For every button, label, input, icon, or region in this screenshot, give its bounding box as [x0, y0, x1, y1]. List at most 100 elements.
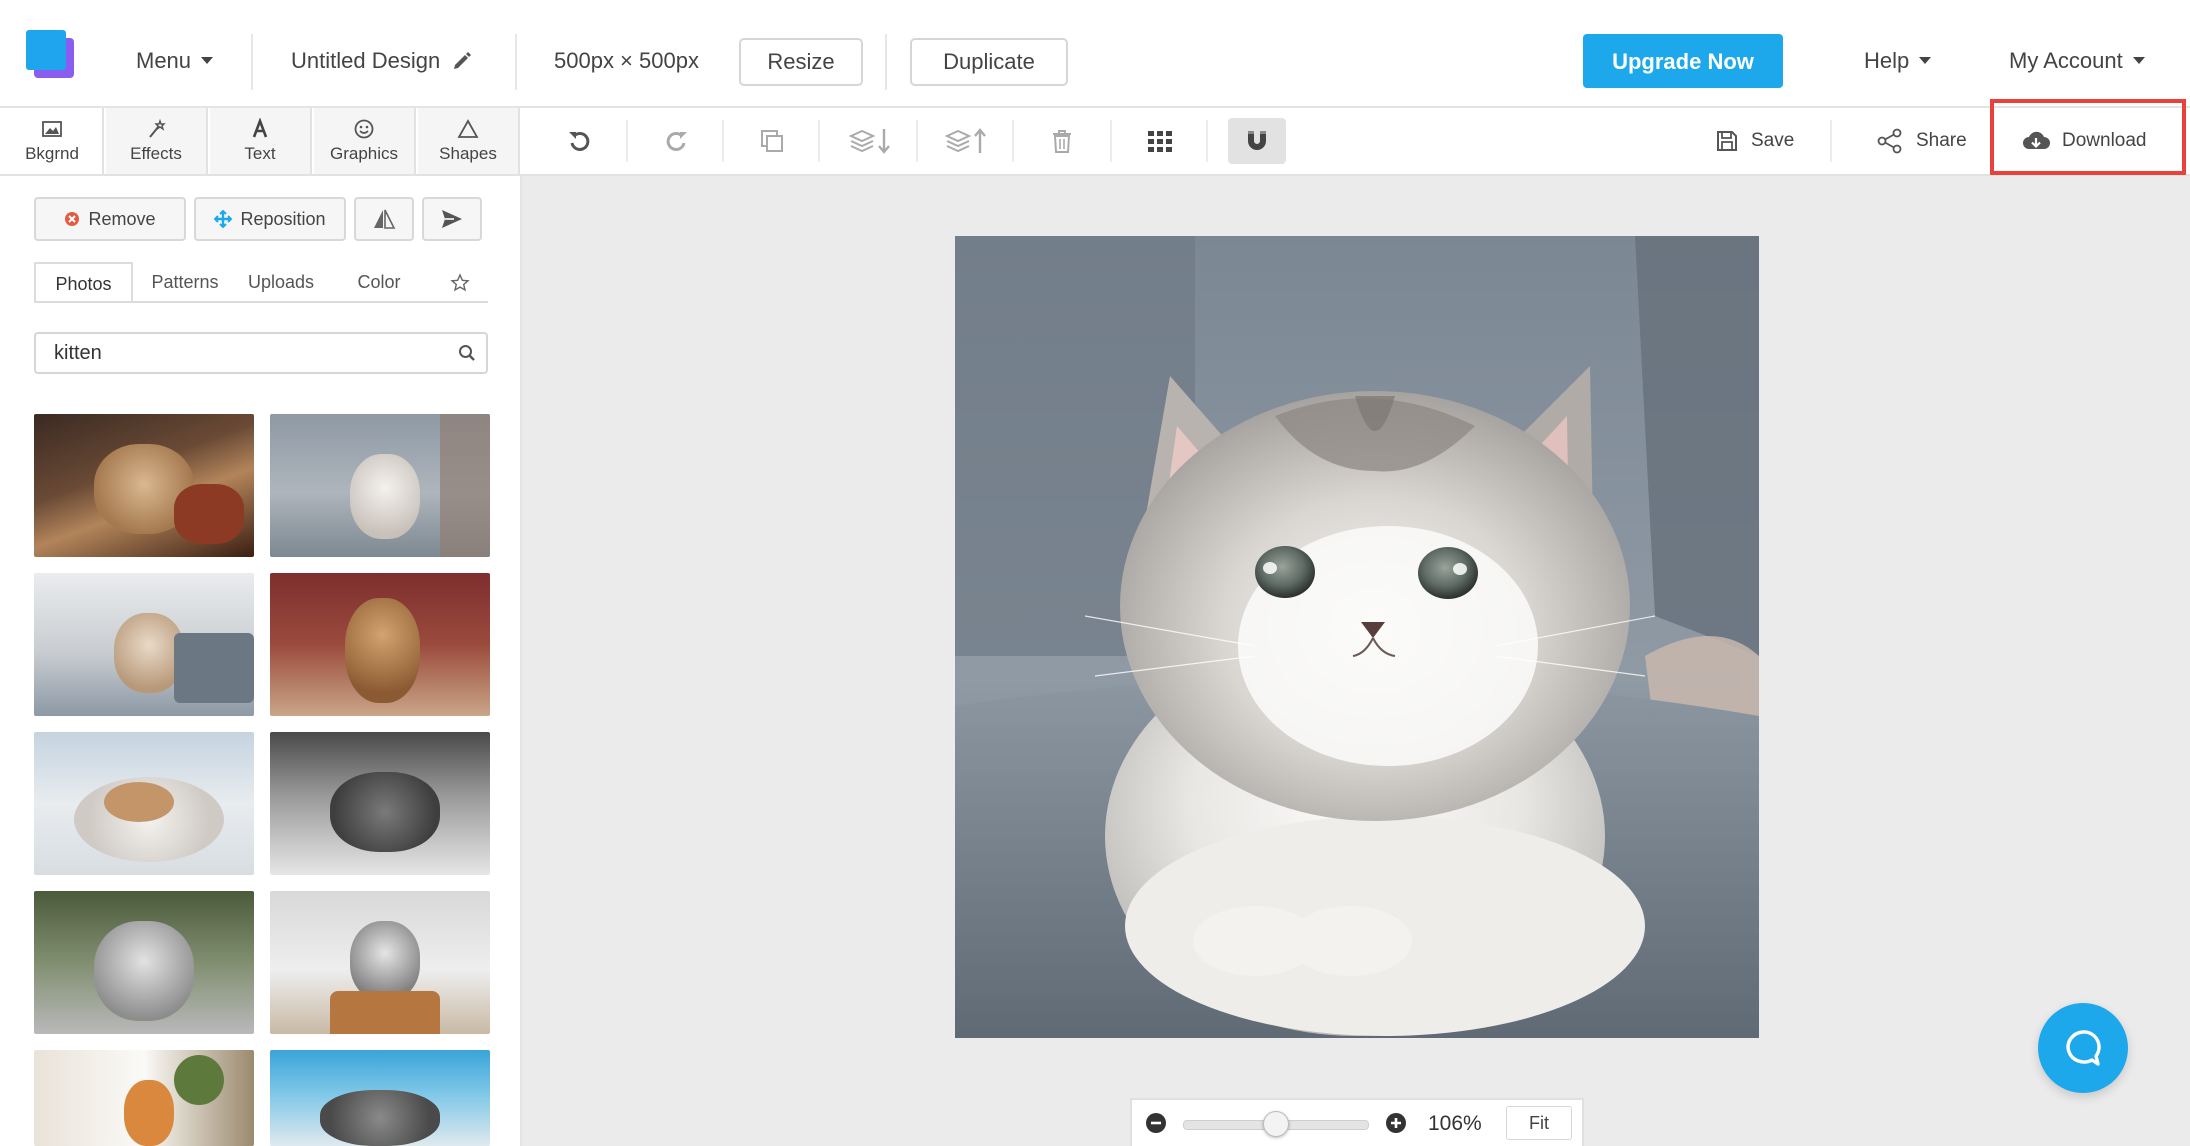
rotate-button[interactable] — [422, 197, 482, 241]
divider — [916, 120, 918, 162]
copy-button[interactable] — [752, 120, 792, 162]
divider — [885, 34, 887, 90]
search-icon[interactable] — [458, 344, 476, 362]
undo-button[interactable] — [560, 120, 600, 162]
copy-icon — [761, 130, 783, 152]
pencil-icon — [454, 52, 472, 70]
help-dropdown[interactable]: Help — [1864, 0, 1932, 122]
tab-patterns[interactable]: Patterns — [140, 262, 230, 302]
tab-effects[interactable]: Effects — [106, 108, 208, 174]
download-highlight-box — [1990, 99, 2186, 175]
triangle-icon — [457, 119, 479, 138]
menu-label: Menu — [136, 48, 192, 73]
save-button[interactable]: Save — [1715, 112, 1794, 170]
photo-thumbnail[interactable] — [270, 891, 490, 1034]
share-label: Share — [1916, 130, 1967, 151]
bring-forward-button[interactable] — [942, 120, 992, 162]
zoom-in-icon[interactable] — [1385, 1112, 1407, 1134]
photo-thumbnail[interactable] — [270, 1050, 490, 1146]
remove-label: Remove — [88, 208, 156, 229]
tab-label: Text — [244, 144, 276, 163]
chevron-down-icon — [2132, 56, 2145, 64]
star-icon — [450, 273, 470, 292]
divider — [1012, 120, 1014, 162]
flip-button[interactable] — [354, 197, 414, 241]
photo-thumbnail[interactable] — [270, 573, 490, 716]
divider — [818, 120, 820, 162]
zoom-level: 106% — [1428, 1112, 1482, 1135]
fit-button[interactable]: Fit — [1506, 1106, 1572, 1140]
tab-color[interactable]: Color — [336, 262, 422, 302]
tab-label: Graphics — [329, 144, 399, 163]
magic-wand-icon — [149, 118, 166, 138]
chat-launcher[interactable] — [2038, 1003, 2128, 1093]
send-icon — [442, 210, 462, 228]
zoom-slider-thumb[interactable] — [1263, 1111, 1289, 1137]
design-title[interactable]: Untitled Design — [291, 0, 472, 122]
tab-label: Bkgrnd — [25, 144, 79, 163]
tab-shapes[interactable]: Shapes — [418, 108, 520, 174]
tab-favorites[interactable] — [440, 262, 480, 302]
tab-uploads[interactable]: Uploads — [236, 262, 326, 302]
tab-background[interactable]: Bkgrnd — [2, 108, 104, 174]
design-title-text: Untitled Design — [291, 48, 441, 73]
chevron-down-icon — [201, 56, 214, 64]
share-button[interactable]: Share — [1876, 112, 1967, 170]
kitten-photo — [955, 236, 1759, 1038]
tab-label: Shapes — [439, 144, 497, 163]
photo-thumbnail[interactable] — [34, 891, 254, 1034]
undo-icon — [569, 131, 590, 151]
trash-icon — [1053, 130, 1071, 153]
remove-button[interactable]: Remove — [34, 197, 186, 241]
flip-icon — [374, 209, 396, 229]
canvas-dimensions: 500px × 500px — [554, 48, 699, 73]
layer-down-icon — [848, 129, 890, 154]
photo-thumbnail[interactable] — [34, 1050, 254, 1146]
divider — [515, 34, 517, 90]
tab-label: Effects — [130, 144, 182, 163]
app-logo[interactable] — [26, 30, 66, 70]
photo-thumbnail[interactable] — [34, 414, 254, 557]
divider — [1830, 120, 1832, 162]
divider — [1110, 120, 1112, 162]
chevron-down-icon — [1919, 56, 1932, 64]
reposition-label: Reposition — [240, 208, 326, 229]
save-label: Save — [1751, 130, 1795, 151]
close-circle-icon — [65, 212, 80, 226]
tab-graphics[interactable]: Graphics — [314, 108, 416, 174]
zoom-out-icon[interactable] — [1145, 1112, 1167, 1134]
grid-icon — [1148, 131, 1172, 152]
photo-thumbnail[interactable] — [34, 732, 254, 875]
design-canvas[interactable] — [955, 236, 1759, 1038]
divider — [722, 120, 724, 162]
chat-bubble-icon — [2066, 1030, 2101, 1066]
divider — [1206, 120, 1208, 162]
menu-dropdown[interactable]: Menu — [136, 0, 214, 122]
search-value: kitten — [54, 342, 102, 364]
reposition-button[interactable]: Reposition — [194, 197, 346, 241]
duplicate-button[interactable]: Duplicate — [910, 38, 1068, 86]
tab-photos[interactable]: Photos — [34, 262, 133, 302]
upgrade-now-button[interactable]: Upgrade Now — [1583, 34, 1783, 88]
smiley-icon — [354, 119, 374, 139]
divider — [251, 34, 253, 90]
snap-toggle[interactable] — [1228, 118, 1286, 164]
resize-button[interactable]: Resize — [739, 38, 863, 86]
redo-button[interactable] — [656, 120, 696, 162]
redo-icon — [666, 131, 687, 151]
text-icon — [252, 118, 268, 138]
account-label: My Account — [2009, 48, 2123, 73]
tab-text[interactable]: Text — [210, 108, 312, 174]
grid-button[interactable] — [1140, 120, 1180, 162]
photo-thumbnail[interactable] — [270, 732, 490, 875]
delete-button[interactable] — [1042, 120, 1082, 162]
layer-up-icon — [944, 128, 986, 153]
search-input[interactable]: kitten — [34, 332, 488, 374]
save-icon — [1717, 131, 1737, 151]
share-icon — [1877, 128, 1902, 154]
divider — [626, 120, 628, 162]
photo-thumbnail[interactable] — [34, 573, 254, 716]
send-backward-button[interactable] — [846, 120, 896, 162]
photo-thumbnail[interactable] — [270, 414, 490, 557]
help-label: Help — [1864, 48, 1910, 73]
